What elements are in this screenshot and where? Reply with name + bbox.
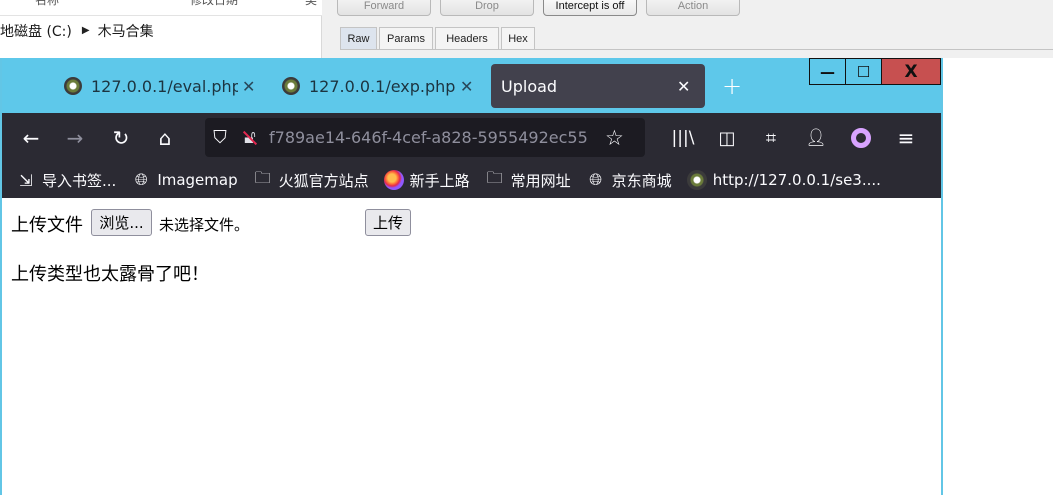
- no-file-text: 未选择文件。: [159, 216, 250, 234]
- bookmark-label: 火狐官方站点: [278, 171, 369, 190]
- folder-icon: 🗀: [254, 167, 271, 187]
- bookmark-getting-started[interactable]: 新手上路: [383, 170, 470, 191]
- bookmark-label: 京东商城: [611, 171, 672, 190]
- reload-icon[interactable]: ↻: [106, 123, 136, 153]
- bookmark-common-sites[interactable]: 🗀 常用网址: [485, 167, 571, 191]
- bookmark-label: 常用网址: [510, 171, 571, 190]
- bookmark-label: http://127.0.0.1/se3....: [712, 171, 881, 189]
- bookmarks-toolbar: ⇲ 导入书签... 🌐︎ Imagemap 🗀 火狐官方站点 新手上路 🗀 常用…: [2, 162, 941, 198]
- tab-upload[interactable]: Upload ✕: [491, 64, 705, 108]
- tracking-shield-icon[interactable]: ⛉: [205, 127, 235, 148]
- explorer-address-bar[interactable]: 地磁盘 (C:) ▶ 木马合集: [0, 17, 322, 44]
- globe-icon: 🌐︎: [589, 170, 603, 189]
- bookmark-firefox-site[interactable]: 🗀 火狐官方站点: [253, 167, 369, 191]
- minimize-button[interactable]: —: [809, 58, 846, 85]
- tab-bar: 127.0.0.1/eval.php?g ✕ 127.0.0.1/exp.php…: [2, 58, 941, 113]
- bookmark-jd[interactable]: 🌐︎ 京东商城: [586, 170, 672, 191]
- tab-hex[interactable]: Hex: [501, 27, 535, 50]
- bookmark-import[interactable]: ⇲ 导入书签...: [16, 170, 116, 191]
- tab-params[interactable]: Params: [379, 27, 433, 50]
- tab-title: 127.0.0.1/exp.php: [309, 76, 456, 96]
- close-tab-icon[interactable]: ✕: [677, 77, 690, 96]
- close-tab-icon[interactable]: ✕: [460, 77, 473, 96]
- url-bar[interactable]: ⛉ 🔓︎ f789ae14-646f-4cef-a828-5955492ec55…: [205, 118, 645, 157]
- globe-icon: 🌐︎: [134, 170, 148, 189]
- path-separator-icon[interactable]: ▶: [82, 25, 90, 36]
- site-favicon-icon: [282, 77, 300, 95]
- column-name[interactable]: 名称: [35, 0, 59, 8]
- explorer-column-header: 名称 修改日期 类: [0, 0, 322, 16]
- tab-raw[interactable]: Raw: [340, 27, 377, 50]
- tab-title: Upload: [501, 76, 558, 96]
- site-favicon-icon: [64, 77, 82, 95]
- close-window-button[interactable]: X: [881, 58, 941, 85]
- burp-window: Forward Drop Intercept is off Action Raw…: [322, 0, 1053, 58]
- extension-circle-icon[interactable]: [846, 123, 876, 153]
- column-type[interactable]: 类: [305, 0, 317, 8]
- maximize-button[interactable]: ☐: [845, 58, 882, 85]
- drop-button[interactable]: Drop: [440, 0, 534, 16]
- close-tab-icon[interactable]: ✕: [242, 77, 255, 96]
- forward-arrow-icon[interactable]: →: [60, 123, 90, 153]
- upload-label: 上传文件: [11, 215, 83, 236]
- background-area: [943, 58, 1053, 495]
- folder-icon: 🗀: [486, 167, 503, 187]
- page-content: 上传文件 浏览... 未选择文件。 上传 上传类型也太露骨了吧！: [2, 198, 941, 495]
- url-text[interactable]: f789ae14-646f-4cef-a828-5955492ec55: [269, 128, 599, 147]
- nav-toolbar: ← → ↻ ⌂ ⛉ 🔓︎ f789ae14-646f-4cef-a828-595…: [2, 113, 941, 162]
- result-message: 上传类型也太露骨了吧！: [11, 264, 209, 285]
- intercept-toggle-button[interactable]: Intercept is off: [543, 0, 637, 16]
- firefox-window: 127.0.0.1/eval.php?g ✕ 127.0.0.1/exp.php…: [0, 58, 943, 495]
- tab-eval[interactable]: 127.0.0.1/eval.php?g ✕: [64, 64, 264, 108]
- browse-button[interactable]: 浏览...: [91, 209, 152, 236]
- bookmark-star-icon[interactable]: ☆: [605, 126, 624, 150]
- new-tab-button[interactable]: +: [722, 72, 742, 100]
- home-icon[interactable]: ⌂: [150, 123, 180, 153]
- bookmark-imagemap[interactable]: 🌐︎ Imagemap: [131, 170, 238, 190]
- bookmark-label: Imagemap: [157, 171, 238, 189]
- explorer-window: 名称 修改日期 类 地磁盘 (C:) ▶ 木马合集: [0, 0, 322, 58]
- bookmark-localhost[interactable]: http://127.0.0.1/se3....: [686, 170, 881, 190]
- firefox-icon: [383, 170, 404, 190]
- window-controls: — ☐ X: [809, 58, 941, 86]
- insecure-lock-icon[interactable]: 🔓︎: [235, 127, 265, 148]
- back-arrow-icon[interactable]: ←: [16, 123, 46, 153]
- tab-headers[interactable]: Headers: [435, 27, 499, 50]
- column-date[interactable]: 修改日期: [190, 0, 238, 8]
- extension-agent-icon[interactable]: 👤︎: [801, 123, 831, 153]
- import-icon: ⇲: [19, 170, 33, 190]
- site-favicon-icon: [686, 170, 707, 190]
- forward-button[interactable]: Forward: [337, 0, 431, 16]
- path-drive[interactable]: 地磁盘 (C:): [0, 21, 72, 41]
- tab-exp[interactable]: 127.0.0.1/exp.php ✕: [282, 64, 482, 108]
- menu-icon[interactable]: ≡: [891, 123, 921, 153]
- bookmark-label: 导入书签...: [42, 171, 117, 190]
- bookmark-label: 新手上路: [409, 171, 470, 190]
- action-button[interactable]: Action: [646, 0, 740, 16]
- library-icon[interactable]: |||\: [668, 123, 698, 153]
- tab-title: 127.0.0.1/eval.php?g: [91, 76, 238, 96]
- upload-submit-button[interactable]: 上传: [365, 209, 411, 236]
- sidebar-icon[interactable]: ◫: [712, 123, 742, 153]
- crop-icon[interactable]: ⌗: [756, 123, 786, 153]
- path-folder[interactable]: 木马合集: [98, 21, 154, 41]
- tab-divider: [340, 49, 1053, 50]
